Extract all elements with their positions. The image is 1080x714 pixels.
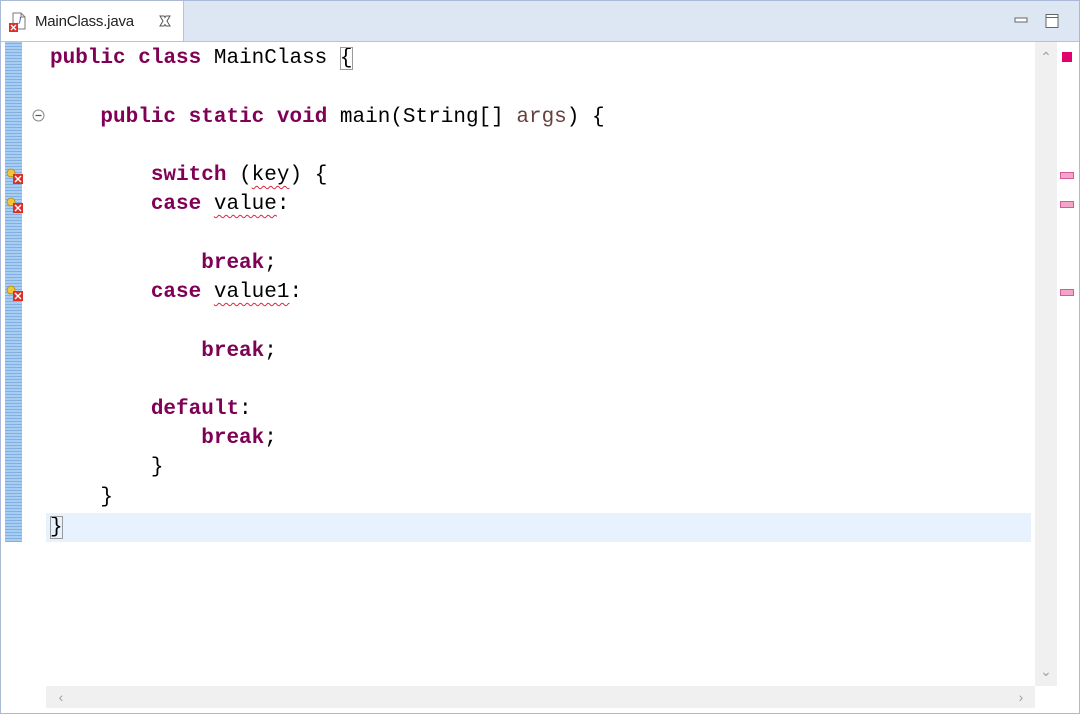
punctuation: : <box>276 193 290 216</box>
keyword: class <box>138 47 202 70</box>
code-line: } <box>50 483 113 512</box>
code-line: public class MainClass { <box>50 44 353 73</box>
horizontal-scrollbar[interactable]: ‹ › <box>46 686 1035 708</box>
close-icon[interactable] <box>157 13 173 29</box>
error-identifier: key <box>251 164 290 187</box>
identifier: MainClass <box>213 47 328 70</box>
code-line: } <box>50 513 63 542</box>
error-identifier: value1 <box>213 281 290 304</box>
vertical-scrollbar[interactable]: ⌃ ⌄ <box>1035 42 1057 686</box>
scroll-right-icon[interactable]: › <box>1010 686 1032 708</box>
code-line: case value1: <box>50 278 302 307</box>
overview-ruler <box>1059 42 1079 686</box>
minimize-icon[interactable] <box>1013 13 1029 29</box>
matching-bracket: { <box>339 47 353 70</box>
error-marker-icon[interactable] <box>5 197 25 213</box>
code-line: default: <box>50 395 252 424</box>
punctuation: ; <box>264 252 277 275</box>
editor-tab-bar: J MainClass.java <box>1 1 1079 42</box>
keyword: case <box>150 281 202 304</box>
code-line: } <box>50 453 164 482</box>
tab-mainclass-java[interactable]: J MainClass.java <box>1 1 184 41</box>
keyword: break <box>201 252 265 275</box>
code-line: public static void main(String[] args) { <box>50 103 605 132</box>
punctuation: ; <box>264 340 277 363</box>
collapse-icon[interactable] <box>32 109 45 122</box>
keyword: switch <box>150 164 227 187</box>
keyword: case <box>150 193 202 216</box>
code-text-area[interactable]: public class MainClass { public static v… <box>46 42 1032 686</box>
keyword: public <box>100 106 177 129</box>
folding-gutter <box>22 42 46 692</box>
keyword: void <box>276 106 328 129</box>
overview-error-mark[interactable] <box>1060 172 1074 179</box>
punctuation: : <box>239 398 252 421</box>
keyword: break <box>201 340 265 363</box>
code-line: case value: <box>50 190 290 219</box>
punctuation: : <box>289 281 303 304</box>
editor-window: J MainClass.java public class MainClass … <box>0 0 1080 714</box>
keyword: public <box>50 47 126 70</box>
code-line: break; <box>50 337 277 366</box>
punctuation: ( <box>239 164 252 187</box>
overview-error-mark[interactable] <box>1060 289 1074 296</box>
error-status-indicator[interactable] <box>1062 52 1072 62</box>
java-file-error-icon: J <box>9 12 26 32</box>
punctuation: } <box>150 456 164 479</box>
scroll-up-icon[interactable]: ⌃ <box>1035 46 1057 68</box>
identifier: main(String[] <box>339 106 517 129</box>
error-marker-icon[interactable] <box>5 168 25 184</box>
punctuation: ) { <box>289 164 328 187</box>
scroll-left-icon[interactable]: ‹ <box>50 686 72 708</box>
error-marker-icon[interactable] <box>5 285 25 301</box>
code-line: switch (key) { <box>50 161 327 190</box>
code-line: break; <box>50 249 277 278</box>
maximize-icon[interactable] <box>1044 13 1060 29</box>
punctuation: ) { <box>566 106 605 129</box>
matching-bracket: } <box>50 516 63 539</box>
tab-label: MainClass.java <box>35 13 134 30</box>
keyword: default <box>150 398 240 421</box>
punctuation: } <box>100 486 114 509</box>
punctuation: ; <box>264 427 277 450</box>
keyword: static <box>188 106 265 129</box>
parameter: args <box>516 106 567 129</box>
code-editor[interactable]: public class MainClass { public static v… <box>1 42 1079 713</box>
current-line-highlight <box>46 513 1031 542</box>
keyword: break <box>201 427 265 450</box>
scroll-down-icon[interactable]: ⌄ <box>1035 660 1057 682</box>
overview-error-mark[interactable] <box>1060 201 1074 208</box>
code-line: break; <box>50 424 277 453</box>
error-identifier: value <box>213 193 277 216</box>
